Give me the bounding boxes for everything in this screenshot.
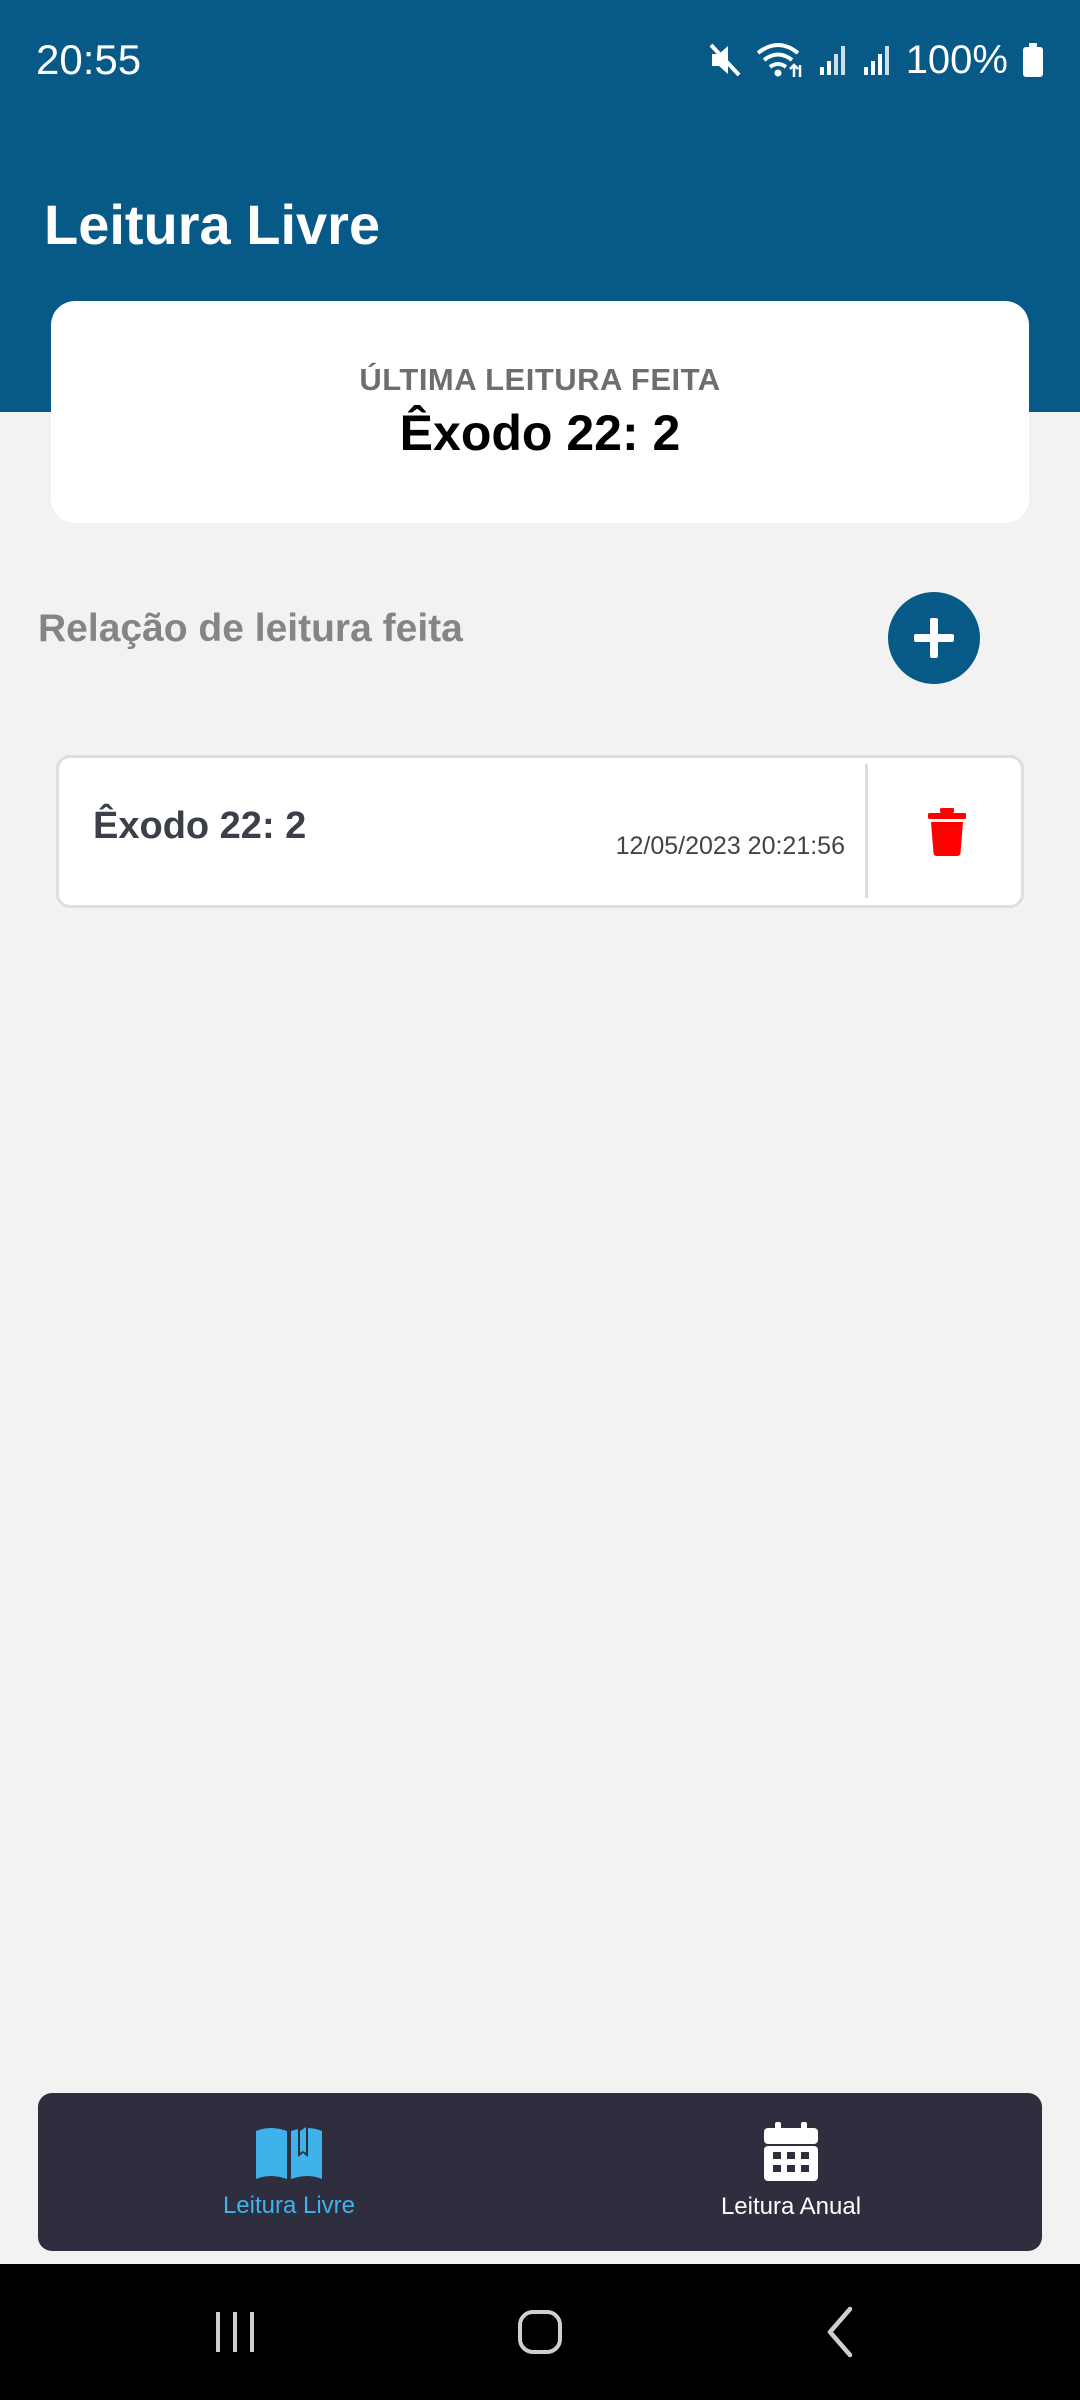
plus-icon [914, 618, 954, 658]
home-icon [518, 2310, 562, 2354]
last-reading-card: ÚLTIMA LEITURA FEITA Êxodo 22: 2 [51, 301, 1029, 523]
last-reading-label: ÚLTIMA LEITURA FEITA [359, 362, 721, 397]
back-icon [827, 2306, 853, 2358]
add-reading-button[interactable] [888, 592, 980, 684]
divider [865, 764, 868, 898]
tab-leitura-livre-label: Leitura Livre [222, 2192, 356, 2219]
page-title: Leitura Livre [44, 193, 381, 256]
wifi-icon [756, 43, 801, 77]
battery-percentage: 100% [905, 38, 1008, 82]
back-button[interactable] [805, 2304, 875, 2360]
status-bar: 20:55 100% [0, 0, 1080, 120]
calendar-icon [764, 2122, 818, 2181]
tab-leitura-anual-label: Leitura Anual [720, 2193, 862, 2220]
home-button[interactable] [505, 2304, 575, 2360]
signal-icon [863, 46, 889, 75]
readings-section-title: Relação de leitura feita [38, 607, 463, 650]
tab-leitura-anual[interactable]: Leitura Anual [540, 2093, 1042, 2251]
last-reading-value: Êxodo 22: 2 [399, 405, 681, 461]
signal-icon [819, 46, 845, 75]
system-navigation-bar [0, 2264, 1080, 2400]
reading-item-date: 12/05/2023 20:21:56 [615, 832, 845, 860]
list-item[interactable]: Êxodo 22: 2 12/05/2023 20:21:56 [56, 755, 1024, 908]
recent-apps-button[interactable] [200, 2304, 270, 2360]
mute-icon [709, 43, 741, 77]
delete-button[interactable] [869, 758, 1024, 905]
recent-apps-icon [216, 2312, 254, 2352]
tab-leitura-livre[interactable]: Leitura Livre [38, 2093, 540, 2251]
status-time: 20:55 [36, 36, 142, 83]
trash-icon [927, 807, 966, 856]
reading-item-title: Êxodo 22: 2 [93, 805, 307, 847]
battery-icon [1023, 43, 1043, 77]
bottom-navigation: Leitura Livre Leitura Anual [38, 2093, 1042, 2251]
status-icons: 100% [708, 34, 1044, 86]
book-icon [256, 2123, 322, 2179]
